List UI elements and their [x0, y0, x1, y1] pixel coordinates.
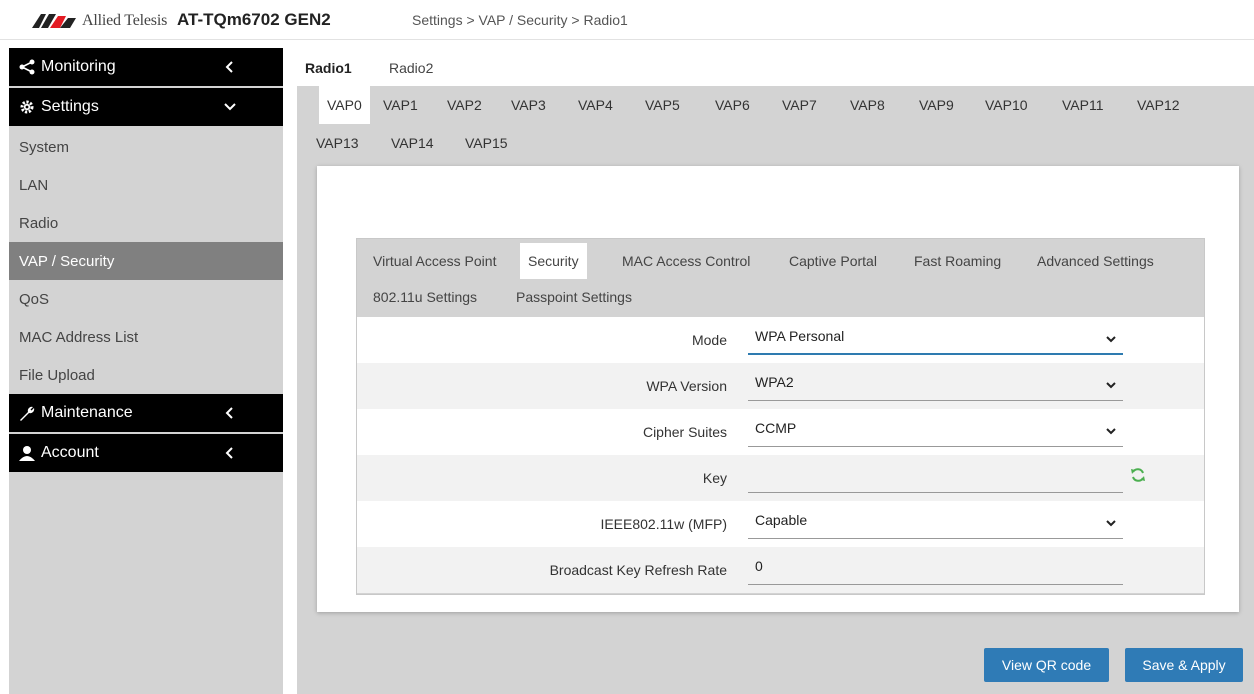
tab-fast-roaming[interactable]: Fast Roaming	[906, 243, 1009, 279]
breadcrumb: Settings > VAP / Security > Radio1	[412, 12, 628, 28]
vap-panel: VAP0 VAP1 VAP2 VAP3 VAP4 VAP5 VAP6 VAP7 …	[297, 86, 1254, 694]
sidebar-item-mac-address-list[interactable]: MAC Address List	[9, 318, 283, 356]
key-input[interactable]	[748, 459, 1123, 493]
tab-vap5[interactable]: VAP5	[637, 86, 688, 124]
mode-value: WPA Personal	[755, 328, 845, 344]
sidebar-account-label: Account	[41, 444, 99, 461]
tab-80211u-settings[interactable]: 802.11u Settings	[365, 279, 485, 315]
main-content: Radio1 Radio2 VAP0 VAP1 VAP2 VAP3 VAP4 V…	[283, 48, 1254, 694]
sidebar-account[interactable]: Account	[9, 434, 283, 474]
logo-mark-icon	[32, 14, 76, 28]
security-panel: Virtual Access Point Security MAC Access…	[356, 238, 1205, 595]
form-row-key-refresh-rate: Broadcast Key Refresh Rate 0	[357, 547, 1204, 593]
tab-vap0[interactable]: VAP0	[319, 86, 370, 124]
form-row-key: Key	[357, 455, 1204, 501]
sidebar-item-radio[interactable]: Radio	[9, 204, 283, 242]
security-form: Mode WPA Personal WPA Version WPA2 Ciphe…	[357, 317, 1204, 593]
tab-passpoint-settings[interactable]: Passpoint Settings	[508, 279, 640, 315]
top-header: Allied Telesis AT-TQm6702 GEN2 Settings …	[0, 0, 1254, 40]
cipher-suites-value: CCMP	[755, 420, 797, 436]
form-row-mfp: IEEE802.11w (MFP) Capable	[357, 501, 1204, 547]
chevron-left-icon	[223, 446, 237, 460]
mfp-select[interactable]: Capable	[748, 505, 1123, 539]
tab-vap13[interactable]: VAP13	[308, 124, 367, 162]
sidebar: Monitoring Settings System LAN Radio VAP…	[9, 48, 283, 694]
save-apply-button[interactable]: Save & Apply	[1125, 648, 1243, 682]
mfp-value: Capable	[755, 512, 808, 528]
key-label: Key	[702, 470, 727, 486]
radio-tabs: Radio1 Radio2	[283, 48, 1254, 86]
form-row-cipher-suites: Cipher Suites CCMP	[357, 409, 1204, 455]
mode-select[interactable]: WPA Personal	[748, 321, 1123, 355]
chevron-down-icon	[1106, 336, 1116, 343]
tab-radio2[interactable]: Radio2	[389, 60, 433, 76]
tab-vap12[interactable]: VAP12	[1129, 86, 1188, 124]
allied-telesis-logo: Allied Telesis	[32, 11, 167, 31]
key-refresh-rate-label: Broadcast Key Refresh Rate	[549, 562, 727, 578]
user-icon	[19, 445, 35, 461]
sidebar-monitoring[interactable]: Monitoring	[9, 48, 283, 88]
tab-radio1[interactable]: Radio1	[305, 60, 352, 76]
tab-vap1[interactable]: VAP1	[375, 86, 426, 124]
form-row-wpa-version: WPA Version WPA2	[357, 363, 1204, 409]
key-refresh-rate-value: 0	[755, 558, 763, 574]
sidebar-maintenance[interactable]: Maintenance	[9, 394, 283, 434]
mode-label: Mode	[691, 332, 727, 348]
chevron-down-icon	[1106, 382, 1116, 389]
sidebar-item-system[interactable]: System	[9, 128, 283, 166]
chevron-left-icon	[223, 60, 237, 74]
tab-vap2[interactable]: VAP2	[439, 86, 490, 124]
tab-captive-portal[interactable]: Captive Portal	[781, 243, 885, 279]
tab-vap10[interactable]: VAP10	[977, 86, 1036, 124]
tab-vap6[interactable]: VAP6	[707, 86, 758, 124]
tab-mac-access-control[interactable]: MAC Access Control	[614, 243, 758, 279]
sidebar-monitoring-label: Monitoring	[41, 58, 116, 75]
chevron-left-icon	[223, 406, 237, 420]
cipher-suites-select[interactable]: CCMP	[748, 413, 1123, 447]
gear-icon	[19, 99, 35, 115]
tab-vap7[interactable]: VAP7	[774, 86, 825, 124]
form-row-mode: Mode WPA Personal	[357, 317, 1204, 363]
tab-virtual-access-point[interactable]: Virtual Access Point	[365, 243, 504, 279]
tab-vap15[interactable]: VAP15	[457, 124, 516, 162]
cipher-suites-label: Cipher Suites	[642, 424, 727, 440]
sidebar-item-lan[interactable]: LAN	[9, 166, 283, 204]
sidebar-item-file-upload[interactable]: File Upload	[9, 356, 283, 394]
tab-security[interactable]: Security	[520, 243, 587, 279]
sidebar-settings-label: Settings	[41, 98, 99, 115]
chevron-down-icon	[1106, 520, 1116, 527]
key-refresh-rate-input[interactable]: 0	[748, 551, 1123, 585]
tab-advanced-settings[interactable]: Advanced Settings	[1029, 243, 1162, 279]
tab-vap8[interactable]: VAP8	[842, 86, 893, 124]
tab-vap14[interactable]: VAP14	[383, 124, 442, 162]
vap-settings-card: Virtual Access Point Security MAC Access…	[317, 166, 1239, 612]
view-qr-code-button[interactable]: View QR code	[984, 648, 1109, 682]
refresh-icon[interactable]	[1130, 467, 1146, 483]
sidebar-item-qos[interactable]: QoS	[9, 280, 283, 318]
wpa-version-select[interactable]: WPA2	[748, 367, 1123, 401]
sidebar-settings[interactable]: Settings	[9, 88, 283, 128]
sidebar-maintenance-label: Maintenance	[41, 404, 133, 421]
logo-text: Allied Telesis	[82, 12, 168, 29]
wpa-version-value: WPA2	[755, 374, 794, 390]
wrench-icon	[19, 405, 35, 421]
device-model: AT-TQm6702 GEN2	[177, 10, 331, 29]
tab-vap4[interactable]: VAP4	[570, 86, 621, 124]
chevron-down-icon	[1106, 428, 1116, 435]
sidebar-item-vap-security[interactable]: VAP / Security	[9, 242, 283, 280]
tab-vap9[interactable]: VAP9	[911, 86, 962, 124]
tab-vap11[interactable]: VAP11	[1054, 86, 1112, 124]
wpa-version-label: WPA Version	[646, 378, 727, 394]
tab-vap3[interactable]: VAP3	[503, 86, 554, 124]
mfp-label: IEEE802.11w (MFP)	[600, 516, 727, 532]
share-icon	[19, 59, 35, 75]
chevron-down-icon	[223, 100, 237, 114]
